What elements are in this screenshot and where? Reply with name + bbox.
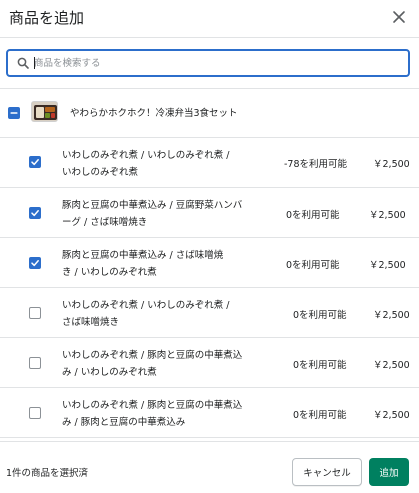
variant-title-line1: いわしのみぞれ煮 / いわしのみぞれ煮 / [62,150,230,161]
variant-checkbox[interactable] [29,307,41,319]
variant-price: ￥2,500 [373,360,410,371]
search-section [0,38,419,89]
variant-title-line1: 豚肉と豆腐の中華煮込み / 豆腐野菜ハンバ [62,200,243,211]
variant-row[interactable]: いわしのみぞれ煮 / 豚肉と豆腐の中華煮込 み / いわしのみぞれ煮 0を利用可… [0,338,419,388]
variant-title: 豚肉と豆腐の中華煮込み / さば味噌焼 き / いわしのみぞれ煮 [62,247,260,281]
variant-price: ￥2,500 [369,210,406,221]
variant-title-line2: いわしのみぞれ煮 [62,167,139,178]
modal-title: 商品を追加 [9,9,85,27]
check-icon [31,210,39,217]
product-name: やわらかホクホク！冷凍弁当3食セット [70,108,238,119]
variant-checkbox[interactable] [29,257,41,269]
search-box[interactable] [6,49,410,77]
minus-icon [10,112,18,114]
variant-price: ￥2,500 [373,310,410,321]
variant-stock: 0を利用可能 [293,310,347,321]
search-icon [17,57,29,69]
variant-title-line2: み / 豚肉と豆腐の中華煮込み [62,417,186,428]
variant-title-line2: ーグ / さば味噌焼き [62,217,148,228]
variant-checkbox[interactable] [29,207,41,219]
close-icon[interactable] [389,7,409,27]
variant-title: いわしのみぞれ煮 / いわしのみぞれ煮 / いわしのみぞれ煮 [62,147,260,181]
variant-stock: 0を利用可能 [286,210,340,221]
variant-price: ￥2,500 [369,260,406,271]
product-thumbnail [31,101,58,122]
variant-title: いわしのみぞれ煮 / 豚肉と豆腐の中華煮込 み / 豚肉と豆腐の中華煮込み [62,397,260,431]
variant-title-line2: き / いわしのみぞれ煮 [62,267,157,278]
variant-row[interactable]: いわしのみぞれ煮 / いわしのみぞれ煮 / さば味噌焼き 0を利用可能 ￥2,5… [0,288,419,338]
variant-row[interactable]: 豚肉と豆腐の中華煮込み / さば味噌焼 き / いわしのみぞれ煮 0を利用可能 … [0,238,419,288]
product-checkbox[interactable] [8,107,20,119]
variant-title: いわしのみぞれ煮 / 豚肉と豆腐の中華煮込 み / いわしのみぞれ煮 [62,347,260,381]
variant-checkbox[interactable] [29,407,41,419]
bento-image-icon [32,102,57,121]
variant-title-line1: いわしのみぞれ煮 / 豚肉と豆腐の中華煮込 [62,350,243,361]
variant-title-line1: いわしのみぞれ煮 / いわしのみぞれ煮 / [62,300,230,311]
check-icon [31,260,39,267]
variant-row[interactable]: いわしのみぞれ煮 / いわしのみぞれ煮 / いわしのみぞれ煮 -78を利用可能 … [0,138,419,188]
variant-checkbox[interactable] [29,156,41,168]
variant-stock: 0を利用可能 [293,410,347,421]
text-caret [34,57,35,69]
variant-row[interactable]: いわしのみぞれ煮 / 豚肉と豆腐の中華煮込 み / 豚肉と豆腐の中華煮込み 0を… [0,388,419,438]
variant-title: いわしのみぞれ煮 / いわしのみぞれ煮 / さば味噌焼き [62,297,260,331]
variant-price: ￥2,500 [373,159,410,170]
variant-price: ￥2,500 [373,410,410,421]
variant-stock: 0を利用可能 [286,260,340,271]
variant-title-line2: さば味噌焼き [62,317,120,328]
variant-title: 豚肉と豆腐の中華煮込み / 豆腐野菜ハンバ ーグ / さば味噌焼き [62,197,260,231]
variant-checkbox[interactable] [29,357,41,369]
modal-header: 商品を追加 [0,0,419,38]
modal-footer: 1件の商品を選択済 キャンセル 追加 [0,441,419,493]
variant-stock: 0を利用可能 [293,360,347,371]
add-button[interactable]: 追加 [369,458,409,486]
check-icon [31,159,39,166]
cancel-button[interactable]: キャンセル [292,458,362,486]
product-row[interactable]: やわらかホクホク！冷凍弁当3食セット [0,89,419,138]
variant-stock: -78を利用可能 [284,159,348,170]
search-input[interactable] [34,54,404,72]
variant-title-line2: み / いわしのみぞれ煮 [62,367,157,378]
variant-title-line1: いわしのみぞれ煮 / 豚肉と豆腐の中華煮込 [62,400,243,411]
selected-count: 1件の商品を選択済 [6,468,89,479]
variant-row[interactable]: 豚肉と豆腐の中華煮込み / 豆腐野菜ハンバ ーグ / さば味噌焼き 0を利用可能… [0,188,419,238]
variant-title-line1: 豚肉と豆腐の中華煮込み / さば味噌焼 [62,250,224,261]
